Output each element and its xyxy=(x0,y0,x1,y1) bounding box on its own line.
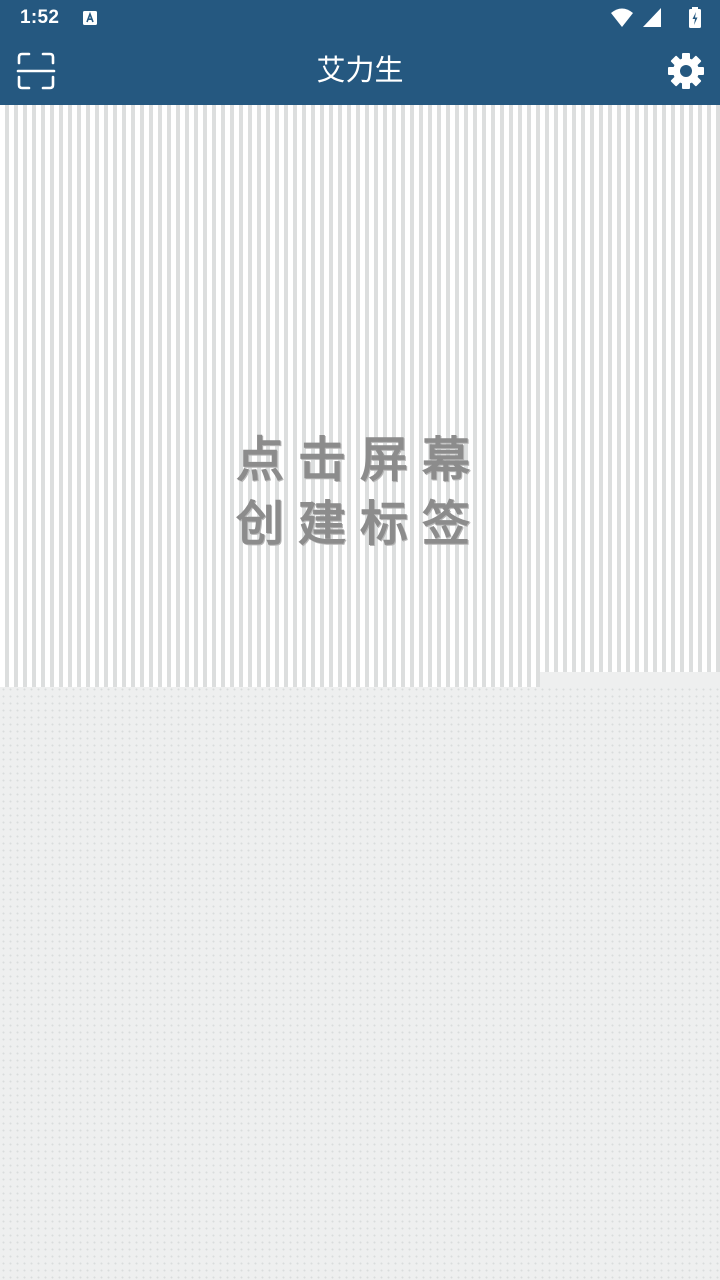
canvas-edge-notch xyxy=(540,672,720,687)
status-time: 1:52 xyxy=(20,7,60,28)
battery-charging-icon xyxy=(689,7,701,28)
page-title: 艾力生 xyxy=(316,53,404,87)
label-canvas[interactable]: 点击屏幕 创建标签 xyxy=(0,105,720,1280)
status-bar: 1:52 xyxy=(0,0,720,36)
canvas-hint-line1: 点击屏幕 xyxy=(235,432,484,488)
canvas-hint-line2: 创建标签 xyxy=(235,496,484,552)
cellular-signal-icon xyxy=(643,8,661,27)
wifi-icon xyxy=(611,8,633,27)
gear-icon xyxy=(668,53,704,89)
app-bar: 艾力生 xyxy=(0,36,720,105)
label-preview-area[interactable]: 点击屏幕 创建标签 xyxy=(0,105,720,687)
settings-button[interactable] xyxy=(664,49,708,93)
a-text-icon xyxy=(83,11,97,25)
